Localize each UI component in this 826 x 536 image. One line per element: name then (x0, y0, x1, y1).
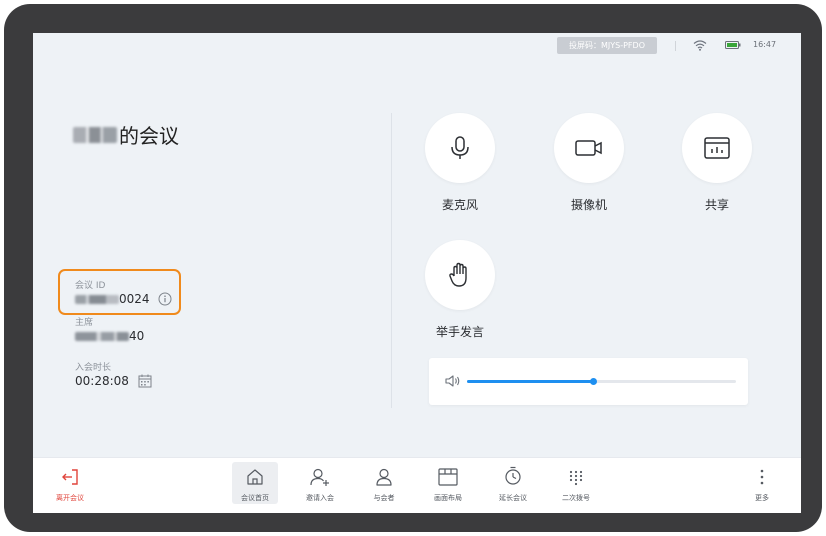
raise-hand-icon (449, 262, 467, 287)
tab-participants-label: 与会者 (373, 494, 395, 502)
speaker-icon[interactable] (445, 374, 461, 388)
home-icon (247, 469, 263, 485)
camera-button[interactable] (554, 113, 624, 183)
more-label: 更多 (755, 494, 769, 502)
microphone-label: 麦克风 (441, 198, 478, 212)
layout-icon (438, 468, 458, 486)
highlight-box (58, 269, 181, 315)
status-time: 16:47 (753, 40, 777, 49)
microphone-icon (451, 136, 469, 159)
tab-dialpad[interactable]: 二次拨号 (553, 462, 599, 504)
device-frame: 投屏码：MJYS-PFDO 16:47 的会议 会议 ID 0024 主席 40… (4, 4, 822, 532)
volume-panel (429, 358, 748, 405)
tab-extend-label: 延长会议 (499, 494, 527, 502)
share-control[interactable]: 共享 (681, 113, 753, 213)
volume-slider[interactable] (467, 378, 736, 385)
camera-label: 摄像机 (570, 198, 607, 212)
duration-label: 入会时长 (75, 363, 112, 373)
tab-layout-label: 画面布局 (434, 494, 462, 502)
host-label: 主席 (75, 318, 94, 328)
raise-hand-button[interactable] (425, 240, 495, 310)
leave-meeting-label: 离开会议 (56, 494, 84, 502)
microphone-button[interactable] (425, 113, 495, 183)
panel-divider (391, 113, 392, 408)
volume-slider-handle[interactable] (590, 378, 598, 385)
dialpad-icon (569, 470, 583, 486)
tab-meeting-home[interactable]: 会议首页 (232, 462, 278, 504)
timer-icon (505, 466, 521, 485)
tab-invite-label: 邀请入会 (306, 494, 334, 502)
camera-control[interactable]: 摄像机 (553, 113, 625, 213)
volume-slider-fill (467, 380, 594, 383)
meeting-title: 的会议 (73, 120, 179, 149)
more-vertical-icon (760, 469, 764, 485)
microphone-control[interactable]: 麦克风 (424, 113, 496, 213)
bottom-toolbar: 离开会议 会议首页 邀请入会 与会者 画面布局 延长会议 二次拨号 更多 (33, 457, 801, 513)
redacted-name (73, 126, 117, 143)
meeting-title-text: 的会议 (119, 124, 179, 148)
share-screen-icon (704, 137, 730, 159)
tab-dialpad-label: 二次拨号 (562, 494, 590, 502)
cast-code-badge: 投屏码：MJYS-PFDO (557, 37, 657, 54)
leave-meeting-button[interactable]: 离开会议 (47, 462, 93, 504)
wifi-icon (693, 40, 707, 51)
duration-time: 00:28:08 (75, 374, 129, 388)
battery-icon (725, 41, 741, 49)
share-button[interactable] (682, 113, 752, 183)
redacted-host (75, 331, 129, 341)
raise-hand-label: 举手发言 (435, 325, 484, 339)
screen: 投屏码：MJYS-PFDO 16:47 的会议 会议 ID 0024 主席 40… (33, 33, 801, 513)
duration-value: 00:28:08 (75, 374, 152, 388)
raise-hand-control[interactable]: 举手发言 (424, 240, 496, 340)
share-label: 共享 (704, 198, 729, 212)
host-value: 40 (75, 329, 144, 343)
camera-icon (575, 140, 602, 156)
tab-participants[interactable]: 与会者 (361, 462, 407, 504)
tab-extend[interactable]: 延长会议 (490, 462, 536, 504)
add-user-icon (310, 468, 329, 486)
participants-icon (376, 468, 392, 486)
host-digits: 40 (129, 329, 145, 343)
tab-invite[interactable]: 邀请入会 (297, 462, 343, 504)
tab-layout[interactable]: 画面布局 (425, 462, 471, 504)
tab-meeting-home-label: 会议首页 (241, 494, 269, 502)
status-divider (675, 41, 676, 51)
leave-icon (62, 469, 78, 485)
calendar-icon (138, 374, 152, 388)
more-button[interactable]: 更多 (739, 462, 785, 504)
